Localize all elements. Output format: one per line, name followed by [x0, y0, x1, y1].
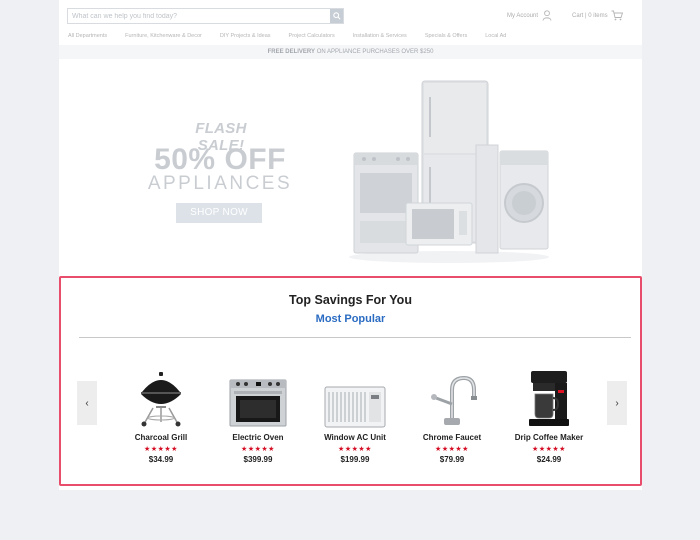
product-image	[121, 368, 201, 428]
rating-stars: ★★★★★	[435, 446, 469, 453]
panel-title: Top Savings For You	[289, 293, 412, 307]
top-savings-panel: Top Savings For You Most Popular ‹ › Cha…	[59, 276, 642, 486]
product-price: $399.99	[243, 455, 273, 464]
my-account-link[interactable]: My Account	[507, 10, 552, 21]
nav-item-installation[interactable]: Installation & Services	[353, 33, 407, 39]
product-image	[412, 368, 492, 428]
cart-label: Cart | 0 items	[572, 12, 608, 19]
product-name[interactable]: Drip Coffee Maker	[509, 433, 589, 442]
carousel-prev-button[interactable]: ‹	[77, 381, 97, 425]
chevron-right-icon: ›	[615, 397, 619, 409]
product-name[interactable]: Window AC Unit	[315, 433, 395, 442]
chevron-left-icon: ‹	[85, 397, 89, 409]
product-card[interactable]: Window AC Unit ★★★★★ $199.99	[315, 368, 395, 464]
product-card[interactable]: Chrome Faucet ★★★★★ $79.99	[412, 368, 492, 464]
appliances-image	[349, 80, 549, 263]
rating-stars: ★★★★★	[241, 446, 275, 453]
shop-now-button[interactable]: SHOP NOW	[176, 203, 262, 223]
product-card[interactable]: Drip Coffee Maker ★★★★★ $24.99	[509, 368, 589, 464]
search-button[interactable]	[330, 9, 343, 23]
product-price: $199.99	[340, 455, 370, 464]
coffee-maker-icon	[529, 371, 569, 426]
nav-item-local-ad[interactable]: Local Ad	[485, 33, 506, 39]
nav-item-furniture[interactable]: Furniture, Kitchenware & Decor	[125, 33, 202, 39]
product-price: $79.99	[439, 455, 465, 464]
product-image	[315, 368, 395, 428]
most-popular-link[interactable]: Most Popular	[61, 313, 640, 325]
user-icon	[542, 10, 552, 21]
rating-stars: ★★★★★	[338, 446, 372, 453]
cart-link[interactable]: Cart | 0 items	[572, 10, 623, 21]
product-name[interactable]: Chrome Faucet	[412, 433, 492, 442]
charcoal-grill-icon	[141, 372, 181, 427]
product-card[interactable]: Electric Oven ★★★★★ $399.99	[218, 368, 298, 464]
page: My Account Cart | 0 items All Department…	[59, 0, 642, 490]
divider	[79, 337, 631, 338]
hero-banner: FLASH SALE! 50% OFF APPLIANCES SHOP NOW	[59, 60, 642, 265]
promo-banner: FREE DELIVERY ON APPLIANCE PURCHASES OVE…	[59, 45, 642, 59]
main-nav: All Departments Furniture, Kitchenware &…	[68, 33, 524, 39]
nav-item-diy[interactable]: DIY Projects & Ideas	[220, 33, 271, 39]
product-name[interactable]: Charcoal Grill	[121, 433, 201, 442]
rating-stars: ★★★★★	[532, 446, 566, 453]
product-price: $34.99	[148, 455, 174, 464]
product-carousel: Charcoal Grill ★★★★★ $34.99 Electric Ove…	[121, 368, 586, 478]
hero-headline: 50% OFF	[154, 143, 286, 176]
promo-bold: FREE DELIVERY	[267, 49, 316, 55]
product-image	[218, 368, 298, 428]
window-ac-icon	[324, 386, 386, 428]
nav-item-specials[interactable]: Specials & Offers	[425, 33, 467, 39]
nav-item-calculators[interactable]: Project Calculators	[289, 33, 335, 39]
site-header: My Account Cart | 0 items All Department…	[59, 0, 642, 45]
search-icon	[332, 12, 341, 20]
promo-text: ON APPLIANCE PURCHASES OVER $250	[315, 49, 434, 55]
account-label: My Account	[507, 12, 539, 19]
electric-oven-icon	[229, 379, 287, 427]
search-input[interactable]	[68, 9, 330, 23]
rating-stars: ★★★★★	[144, 446, 178, 453]
hero-subline: APPLIANCES	[147, 173, 293, 194]
product-card[interactable]: Charcoal Grill ★★★★★ $34.99	[121, 368, 201, 464]
chrome-faucet-icon	[431, 375, 477, 425]
product-image	[509, 368, 589, 428]
product-name[interactable]: Electric Oven	[218, 433, 298, 442]
product-price: $24.99	[536, 455, 562, 464]
carousel-next-button[interactable]: ›	[607, 381, 627, 425]
search-bar	[67, 8, 344, 24]
cart-icon	[611, 10, 623, 21]
nav-item-all-departments[interactable]: All Departments	[68, 33, 107, 39]
